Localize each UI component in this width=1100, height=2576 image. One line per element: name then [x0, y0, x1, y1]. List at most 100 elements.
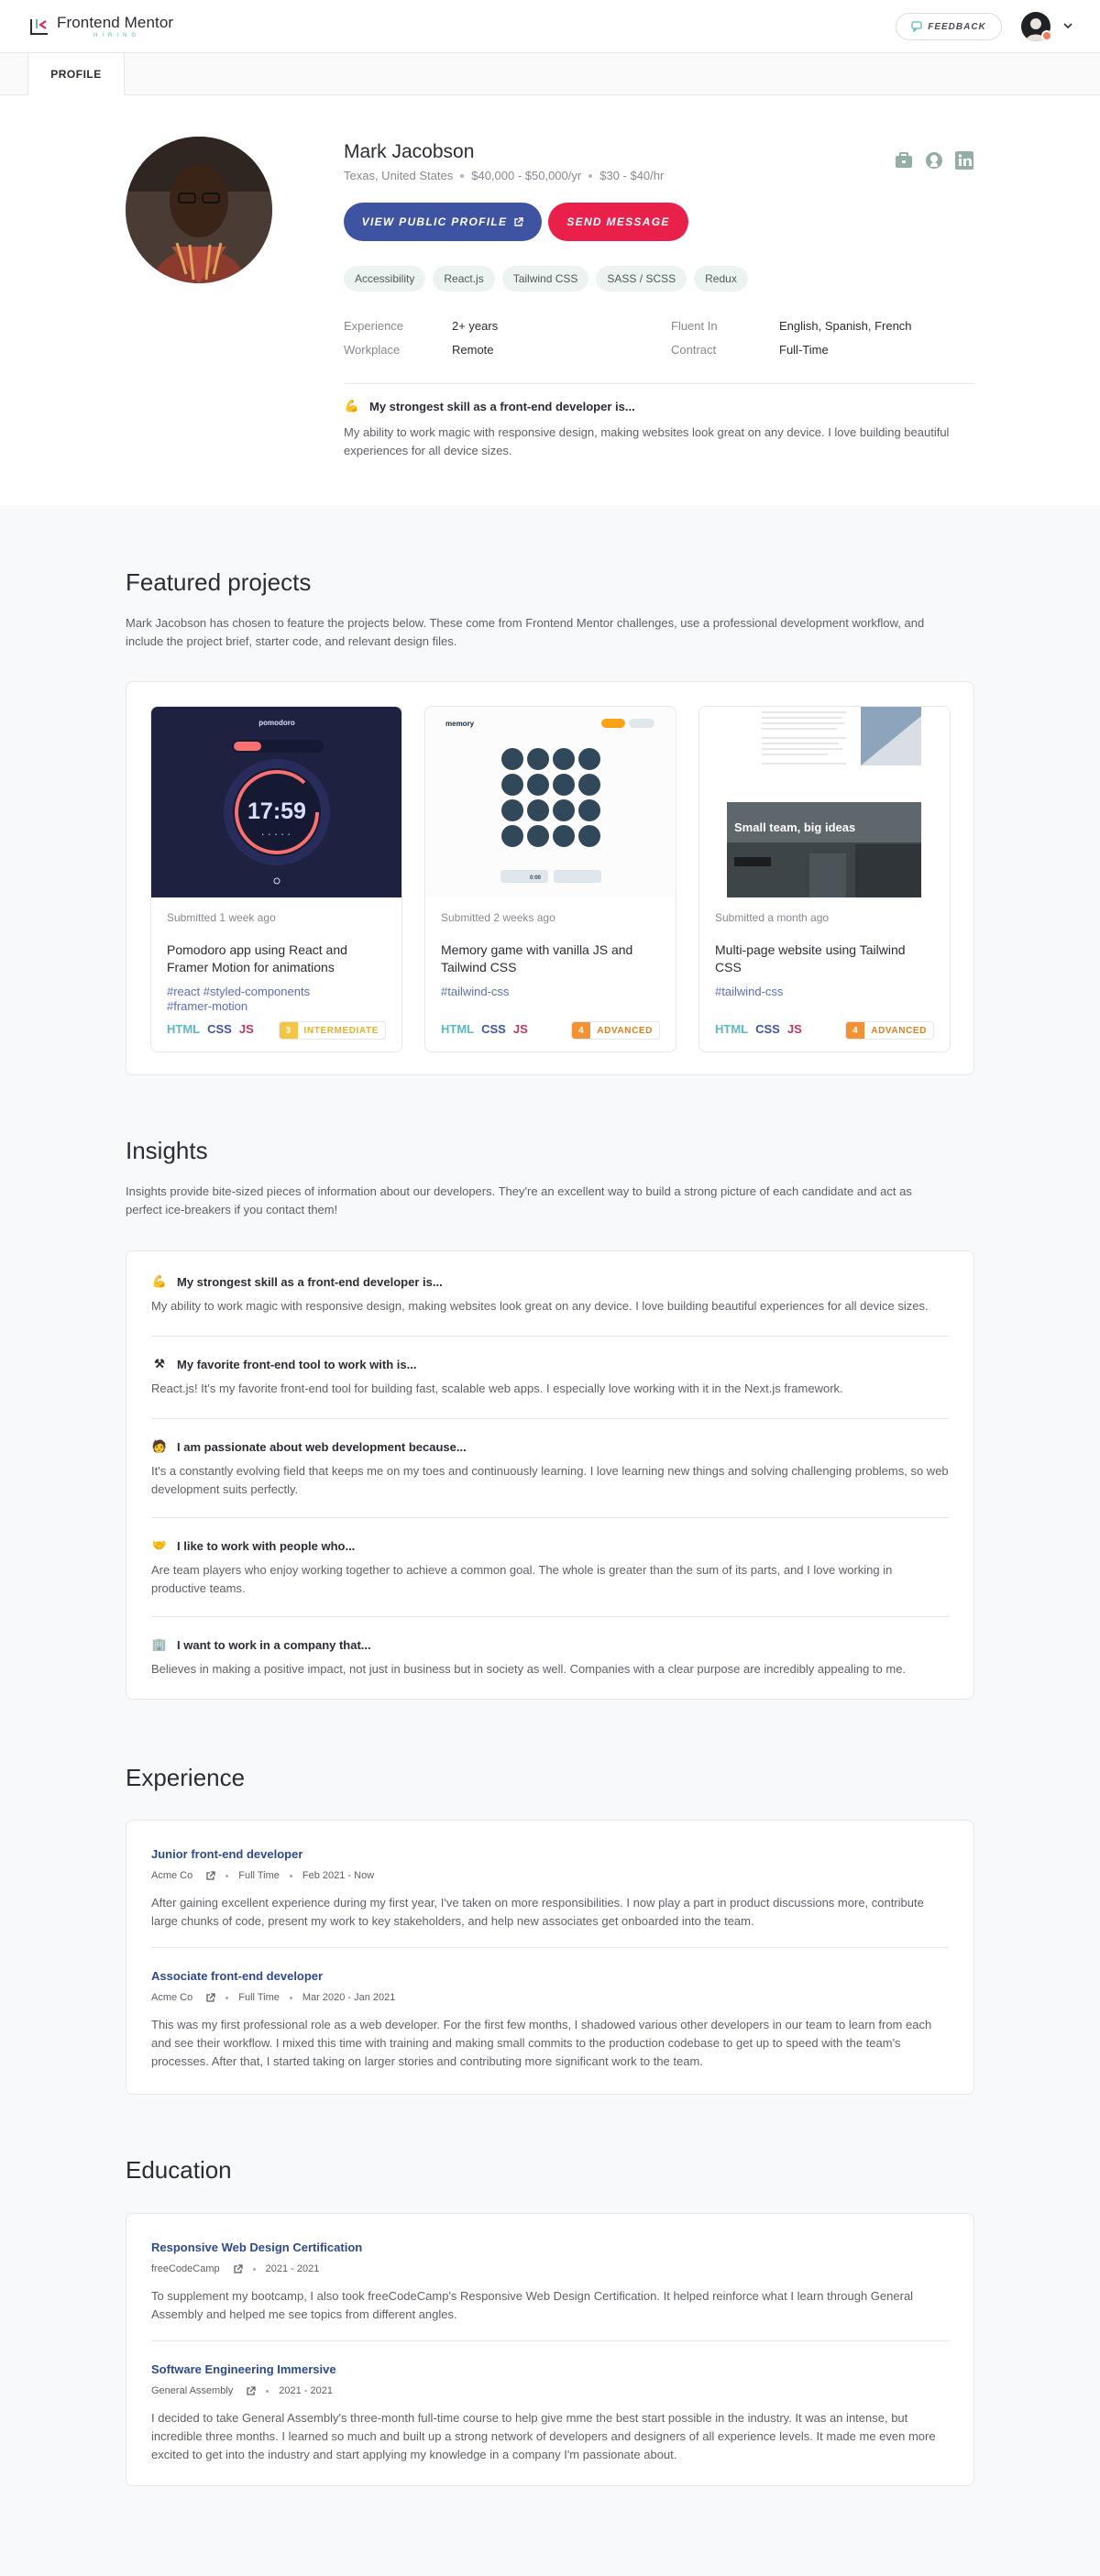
projects-card: pomodoro 17:59 • • • • • Submitted 1 wee…: [126, 681, 974, 1075]
tab-profile[interactable]: PROFILE: [28, 53, 125, 95]
lang-css: CSS: [481, 1022, 506, 1036]
insight-answer: Are team players who enjoy working toget…: [151, 1563, 893, 1595]
lang-html: HTML: [441, 1022, 475, 1036]
fluent-value: English, Spanish, French: [779, 319, 912, 333]
skill-tag: Accessibility: [344, 266, 426, 292]
thumb-app-name: pomodoro: [258, 719, 295, 727]
developer-icon: 🧑: [151, 1439, 168, 1453]
linkedin-icon[interactable]: [954, 150, 974, 171]
profile-section: Mark Jacobson Texas, United States $40,0…: [0, 95, 1100, 505]
divider: [151, 1947, 949, 1948]
logo-icon: [28, 16, 51, 38]
education-description: I decided to take General Assembly's thr…: [151, 2411, 936, 2461]
school-name: General Assembly: [151, 2385, 234, 2396]
contract-label: Contract: [671, 343, 717, 357]
flexed-biceps-icon: 💪: [151, 1274, 168, 1288]
lang-html: HTML: [167, 1022, 201, 1036]
lang-css: CSS: [207, 1022, 232, 1036]
job-dates: Feb 2021 - Now: [302, 1870, 375, 1881]
feedback-label: FEEDBACK: [928, 21, 986, 32]
education-title-item: Responsive Web Design Certification: [151, 2240, 363, 2254]
job-title: Associate front-end developer: [151, 1969, 324, 1983]
svg-text:• • • • •: • • • • •: [262, 832, 292, 838]
chevron-down-icon[interactable]: [1063, 22, 1072, 29]
project-title[interactable]: Pomodoro app using React and Framer Moti…: [167, 941, 387, 976]
insight-question: 🏢 I want to work in a company that...: [151, 1637, 371, 1652]
skill-tag: React.js: [433, 266, 495, 292]
thumb-timer: 17:59: [248, 798, 306, 824]
strongest-skill-answer: My ability to work magic with responsive…: [344, 425, 950, 457]
project-title[interactable]: Memory game with vanilla JS and Tailwind…: [441, 941, 661, 976]
difficulty-badge: 3 INTERMEDIATE: [278, 1021, 386, 1040]
project-tags: #react #styled-components #framer-motion: [167, 985, 311, 1013]
notification-dot: [1041, 30, 1052, 41]
github-icon[interactable]: [924, 150, 944, 171]
job-description: This was my first professional role as a…: [151, 2018, 932, 2068]
external-link-icon[interactable]: [246, 2385, 256, 2396]
job-title: Junior front-end developer: [151, 1847, 303, 1861]
divider: [151, 1616, 949, 1617]
profile-name: Mark Jacobson: [344, 141, 475, 162]
lang-css: CSS: [755, 1022, 780, 1036]
top-navbar: Frontend Mentor HIRING FEEDBACK: [0, 0, 1100, 53]
project-card[interactable]: pomodoro 17:59 • • • • • Submitted 1 wee…: [150, 706, 402, 1052]
insight-answer: My ability to work magic with responsive…: [151, 1299, 929, 1313]
insight-question: 🤝 I like to work with people who...: [151, 1538, 356, 1553]
feedback-button[interactable]: FEEDBACK: [896, 13, 1002, 40]
office-building-icon: 🏢: [151, 1637, 168, 1651]
project-languages: HTML CSS JS: [167, 1022, 254, 1036]
project-submitted: Submitted 1 week ago: [167, 911, 276, 924]
chat-icon: [911, 21, 922, 32]
flexed-biceps-icon: 💪: [344, 399, 360, 413]
profile-photo: [126, 137, 272, 283]
insight-question: 💪 My strongest skill as a front-end deve…: [151, 1274, 443, 1289]
project-card[interactable]: Small team, big ideas Submitted a month …: [698, 706, 951, 1052]
thumb-timer: 0:00: [530, 875, 542, 881]
skill-tag: Redux: [694, 266, 748, 292]
job-type: Full Time: [238, 1992, 280, 2003]
project-card[interactable]: memory 0:00 Submitted 2 weeks ago Memory…: [424, 706, 676, 1052]
external-link-icon[interactable]: [205, 1870, 215, 1881]
insight-question: 🧑 I am passionate about web development …: [151, 1439, 467, 1454]
send-message-button[interactable]: SEND MESSAGE: [548, 203, 688, 241]
external-link-icon[interactable]: [233, 2263, 243, 2274]
featured-projects-description: Mark Jacobson has chosen to feature the …: [126, 616, 925, 648]
experience-card: Junior front-end developer Acme Co Full …: [126, 1820, 974, 2095]
salary: $40,000 - $50,000/yr: [471, 169, 582, 182]
workplace-label: Workplace: [344, 343, 401, 357]
external-link-icon: [514, 216, 524, 226]
project-tags: #tailwind-css: [715, 985, 784, 998]
external-link-icon[interactable]: [205, 1992, 215, 2003]
project-thumbnail: Small team, big ideas: [699, 707, 950, 897]
tab-bar: PROFILE: [0, 53, 1100, 95]
divider: [151, 2340, 949, 2341]
portfolio-icon[interactable]: [894, 150, 914, 171]
education-meta: General Assembly 2021 - 2021: [151, 2385, 333, 2396]
job-dates: Mar 2020 - Jan 2021: [302, 1992, 396, 2003]
project-languages: HTML CSS JS: [441, 1022, 528, 1036]
view-public-profile-button[interactable]: VIEW PUBLIC PROFILE: [344, 203, 542, 241]
job-meta: Acme Co Full Time Feb 2021 - Now: [151, 1870, 374, 1881]
skills-list: Accessibility React.js Tailwind CSS SASS…: [344, 266, 748, 292]
school-name: freeCodeCamp: [151, 2263, 220, 2274]
education-title-item: Software Engineering Immersive: [151, 2362, 336, 2376]
insights-title: Insights: [126, 1137, 208, 1164]
lang-js: JS: [786, 1022, 802, 1036]
project-submitted: Submitted a month ago: [715, 911, 830, 924]
contract-value: Full-Time: [779, 343, 829, 357]
skill-tag: SASS / SCSS: [596, 266, 688, 292]
insight-answer: It's a constantly evolving field that ke…: [151, 1464, 949, 1496]
project-title[interactable]: Multi-page website using Tailwind CSS: [715, 941, 935, 976]
job-type: Full Time: [238, 1870, 280, 1881]
skill-tag: Tailwind CSS: [501, 266, 589, 292]
insight-answer: React.js! It's my favorite front-end too…: [151, 1382, 843, 1395]
logo[interactable]: Frontend Mentor HIRING: [28, 15, 173, 39]
insights-description: Insights provide bite-sized pieces of in…: [126, 1184, 912, 1216]
education-description: To supplement my bootcamp, I also took f…: [151, 2289, 914, 2321]
location: Texas, United States: [344, 169, 454, 182]
lang-js: JS: [238, 1022, 254, 1036]
project-thumbnail: memory 0:00: [425, 707, 676, 897]
thumb-app-name: memory: [446, 720, 475, 728]
difficulty-label: INTERMEDIATE: [303, 1025, 379, 1036]
handshake-icon: 🤝: [151, 1538, 168, 1552]
